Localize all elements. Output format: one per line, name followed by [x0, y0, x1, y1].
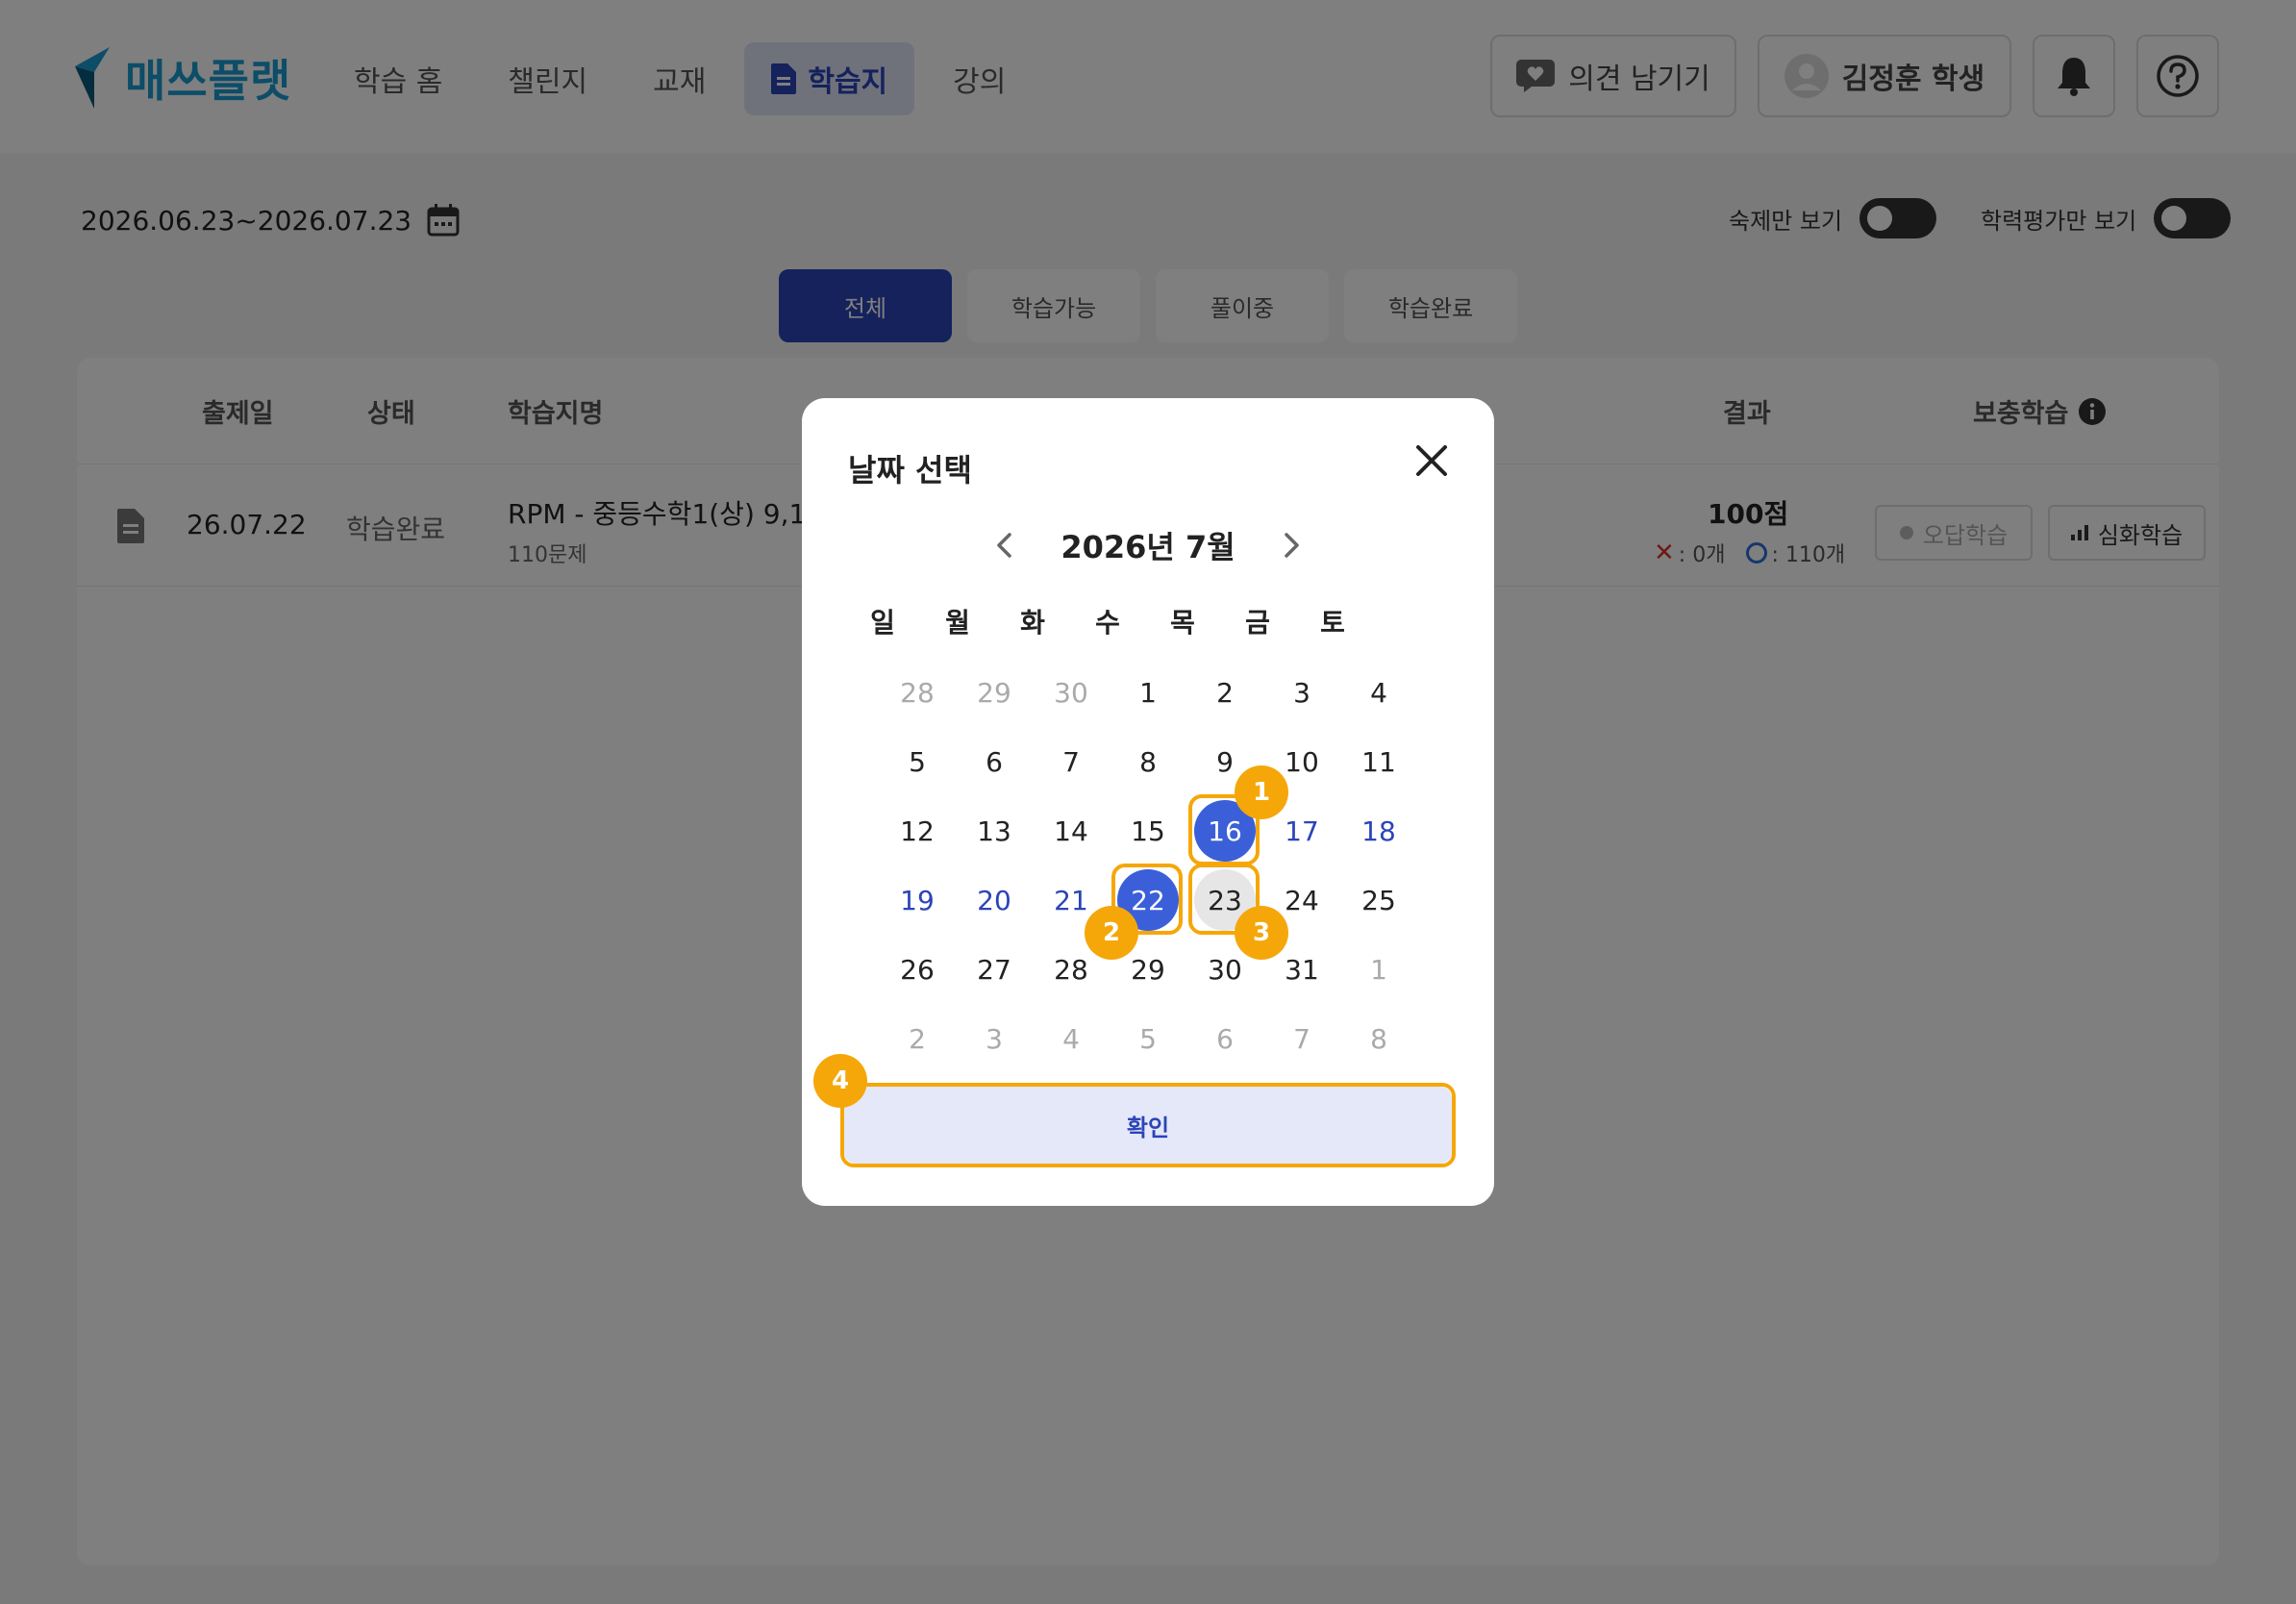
calendar-day[interactable]: 13: [963, 800, 1025, 862]
calendar-day[interactable]: 15: [1117, 800, 1179, 862]
calendar-day[interactable]: 18: [1348, 800, 1410, 862]
annotation-badge-4: 4: [813, 1054, 867, 1108]
calendar-day[interactable]: 1: [1348, 939, 1410, 1000]
calendar-day[interactable]: 28: [886, 662, 948, 723]
annotation-badge-1: 1: [1235, 765, 1288, 819]
calendar-day[interactable]: 4: [1040, 1008, 1102, 1069]
calendar-day[interactable]: 6: [963, 731, 1025, 792]
calendar-day[interactable]: 26: [886, 939, 948, 1000]
calendar-day[interactable]: 12: [886, 800, 948, 862]
calendar-day[interactable]: 14: [1040, 800, 1102, 862]
calendar-day[interactable]: 27: [963, 939, 1025, 1000]
calendar-day[interactable]: 3: [963, 1008, 1025, 1069]
calendar-day[interactable]: 5: [886, 731, 948, 792]
annotation-box-4: [840, 1083, 1456, 1167]
calendar-day[interactable]: 11: [1348, 731, 1410, 792]
calendar-day[interactable]: 2: [886, 1008, 948, 1069]
calendar-day[interactable]: 25: [1348, 869, 1410, 931]
calendar-day[interactable]: 6: [1194, 1008, 1256, 1069]
calendar-day[interactable]: 1: [1117, 662, 1179, 723]
date-picker-modal: 날짜 선택 2026년 7월 일 월 화 수 목 금 토 28 29 30 1 2 3 4 5…: [802, 398, 1494, 1206]
calendar-day[interactable]: 8: [1348, 1008, 1410, 1069]
calendar-day[interactable]: 3: [1271, 662, 1333, 723]
annotation-badge-2: 2: [1085, 906, 1138, 960]
calendar-day[interactable]: 5: [1117, 1008, 1179, 1069]
calendar-day[interactable]: 29: [963, 662, 1025, 723]
calendar-day[interactable]: 8: [1117, 731, 1179, 792]
calendar-day[interactable]: 7: [1271, 1008, 1333, 1069]
calendar-day[interactable]: 2: [1194, 662, 1256, 723]
annotation-badge-3: 3: [1235, 906, 1288, 960]
calendar-day[interactable]: 4: [1348, 662, 1410, 723]
calendar-day[interactable]: 7: [1040, 731, 1102, 792]
calendar-day[interactable]: 19: [886, 869, 948, 931]
calendar-day[interactable]: 30: [1040, 662, 1102, 723]
calendar-day[interactable]: 20: [963, 869, 1025, 931]
